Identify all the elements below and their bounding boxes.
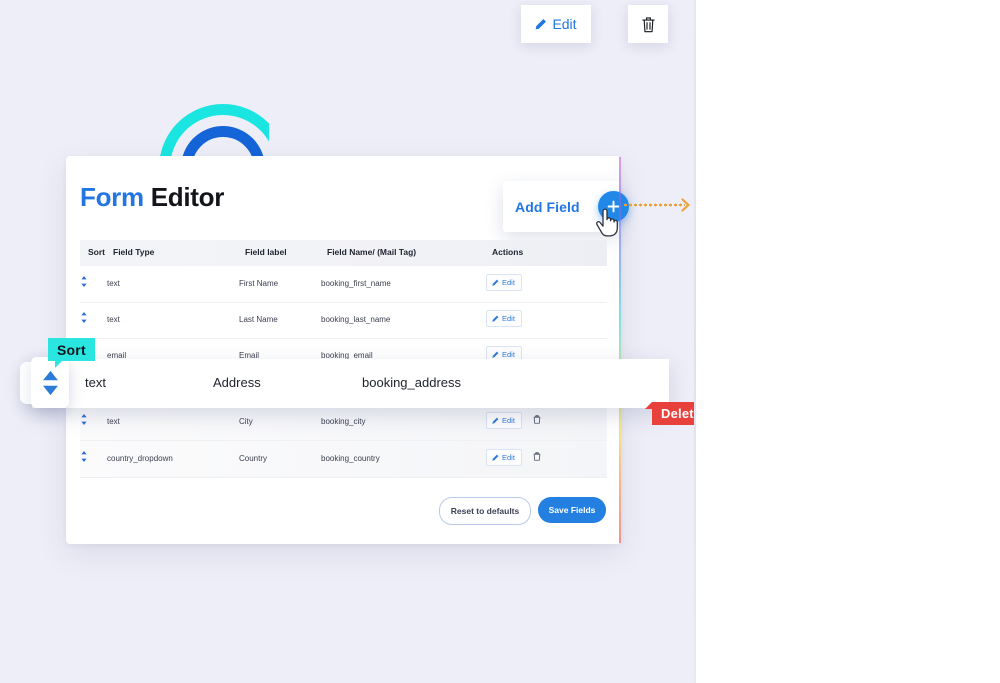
edit-button[interactable]: Edit bbox=[486, 310, 522, 327]
edit-button-label: Edit bbox=[502, 416, 515, 425]
table-row[interactable]: text First Name booking_first_name Edit bbox=[80, 266, 607, 303]
page-title-accent: Form bbox=[80, 182, 144, 212]
sort-arrows-icon bbox=[42, 370, 58, 395]
reset-to-defaults-button[interactable]: Reset to defaults bbox=[439, 497, 531, 525]
sort-handle-icon[interactable] bbox=[81, 414, 87, 425]
dragged-cell-field-name: booking_address bbox=[362, 375, 462, 390]
cell-field-type: text bbox=[107, 279, 120, 288]
sort-handle-icon[interactable] bbox=[81, 276, 87, 287]
pointer-arrow-icon bbox=[681, 198, 691, 217]
column-header-field-label: Field label bbox=[245, 247, 287, 257]
column-header-field-name: Field Name/ (Mail Tag) bbox=[327, 247, 417, 257]
column-header-field-type: Field Type bbox=[113, 247, 155, 257]
dragged-cell-field-type: text bbox=[85, 375, 106, 390]
save-button-label: Save Fields bbox=[548, 505, 596, 515]
pencil-icon bbox=[536, 19, 547, 30]
sort-callout-label: Sort bbox=[57, 341, 86, 358]
delete-row-icon[interactable] bbox=[530, 412, 544, 427]
edit-button[interactable]: Edit bbox=[486, 449, 522, 466]
reset-button-label: Reset to defaults bbox=[450, 506, 520, 516]
dragged-cell-field-label: Address bbox=[213, 375, 261, 390]
cell-field-label: City bbox=[239, 417, 253, 426]
page-title: Form Editor bbox=[80, 182, 224, 213]
cell-field-name: booking_first_name bbox=[321, 279, 391, 288]
table-header-row: Sort Field Type Field label Field Name/ … bbox=[80, 240, 607, 266]
cell-field-name: booking_city bbox=[321, 417, 366, 426]
add-field-label: Add Field bbox=[515, 198, 580, 215]
mouse-cursor-hand-icon bbox=[594, 208, 620, 238]
cell-field-name: booking_last_name bbox=[321, 315, 391, 324]
sort-handle-icon[interactable] bbox=[81, 312, 87, 323]
pointer-dotted-line bbox=[623, 203, 685, 207]
sort-handle-icon[interactable] bbox=[81, 451, 87, 462]
cell-field-type: country_dropdown bbox=[107, 454, 173, 463]
edit-button-label: Edit bbox=[502, 453, 515, 462]
save-fields-button[interactable]: Save Fields bbox=[538, 497, 606, 523]
delete-row-icon[interactable] bbox=[530, 449, 544, 464]
table-row[interactable]: country_dropdown Country booking_country… bbox=[80, 441, 607, 478]
field-library-panel: Basic Fields Text Text Area Select bbox=[696, 0, 1000, 683]
edit-button[interactable]: Edit bbox=[486, 412, 522, 429]
dragged-row-sort-handle[interactable] bbox=[31, 357, 69, 408]
dragged-table-row[interactable]: text Address booking_address bbox=[32, 359, 669, 408]
editor-stage: Form Editor Add Field Sort Field Type Fi… bbox=[0, 0, 695, 683]
sort-callout-badge: Sort bbox=[48, 338, 95, 368]
table-row[interactable]: text City booking_city Edit bbox=[80, 404, 607, 441]
trash-icon bbox=[641, 16, 655, 32]
column-header-actions: Actions bbox=[492, 247, 524, 257]
cell-field-type: text bbox=[107, 417, 120, 426]
edit-button-label: Edit bbox=[502, 278, 515, 287]
edit-button[interactable]: Edit bbox=[486, 274, 522, 291]
cell-field-label: Last Name bbox=[239, 315, 278, 324]
dragged-row-edit-label: Edit bbox=[552, 16, 577, 32]
form-editor-header: Form Editor Add Field bbox=[66, 156, 629, 236]
cell-field-label: First Name bbox=[239, 279, 279, 288]
column-header-sort: Sort bbox=[88, 247, 105, 257]
edit-button-label: Edit bbox=[502, 350, 515, 359]
cell-field-label: Country bbox=[239, 454, 268, 463]
cell-field-name: booking_country bbox=[321, 454, 380, 463]
cell-field-type: text bbox=[107, 315, 120, 324]
dragged-row-delete-button[interactable] bbox=[628, 5, 668, 43]
form-editor-card: Form Editor Add Field Sort Field Type Fi… bbox=[66, 156, 629, 544]
table-row[interactable]: text Last Name booking_last_name Edit bbox=[80, 302, 607, 339]
page-title-rest: Editor bbox=[143, 182, 225, 212]
dragged-row-edit-button[interactable]: Edit bbox=[521, 5, 591, 43]
edit-button-label: Edit bbox=[502, 314, 515, 323]
